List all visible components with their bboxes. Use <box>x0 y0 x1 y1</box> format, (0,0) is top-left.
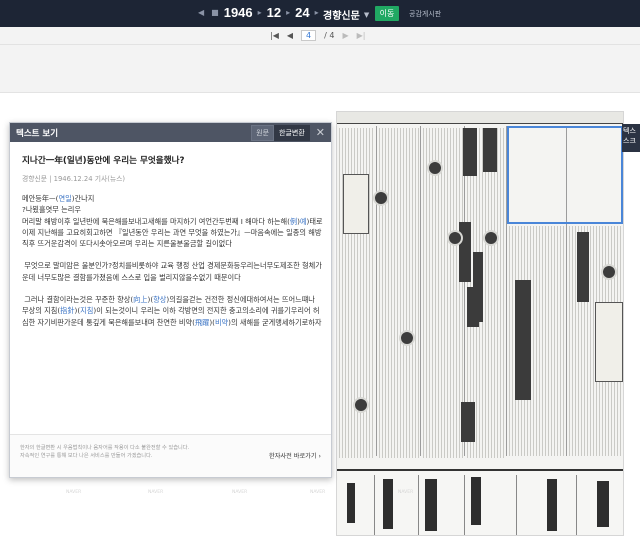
page-total: / 4 <box>324 31 335 40</box>
watermark: NAVER <box>310 490 326 495</box>
prev-year-icon[interactable]: ◀ <box>196 8 206 17</box>
headline-bar <box>467 287 479 327</box>
headline-box <box>343 174 369 234</box>
ad-block <box>517 475 577 535</box>
article-paragraph: 메안등年ㅡ(연일)간나지 ?나뵜흘엿무 는리우 머리말 해방이후 일년반에 묵은… <box>22 193 323 249</box>
portrait-photo <box>447 230 463 246</box>
year-arrow-icon[interactable]: ▸ <box>256 8 264 17</box>
portrait-photo <box>373 190 389 206</box>
ad-block <box>337 475 375 535</box>
portrait-photo <box>399 330 415 346</box>
hanja-dictionary-link[interactable]: 한자사전 바로가기 › <box>269 451 321 460</box>
headline-bar <box>577 232 589 302</box>
portrait-photo <box>353 397 369 413</box>
text-block <box>379 128 419 458</box>
top-nav-bar: ◀ ■ 1946 ▸ 12 ▸ 24 ▸ 경향신문 ▼ 이동 공감게시판 <box>0 0 640 27</box>
headline-bar <box>459 222 471 282</box>
side-text-tab[interactable]: 텍스 스크 <box>622 124 640 152</box>
last-page-icon[interactable]: ▶| <box>357 31 366 40</box>
toolbar-strip <box>0 45 640 93</box>
month-value[interactable]: 12 <box>267 5 281 20</box>
ad-block <box>577 475 623 535</box>
first-page-icon[interactable]: |◀ <box>270 31 279 40</box>
year-prefix-icon: ■ <box>211 8 219 17</box>
hanja-reading: 向上 <box>133 295 148 305</box>
chevron-down-icon: ▼ <box>363 10 370 19</box>
prev-page-icon[interactable]: ◀ <box>287 31 293 40</box>
text-block <box>423 128 463 458</box>
public-board-link[interactable]: 공감게시판 <box>409 9 441 19</box>
hanja-reading: 指針 <box>60 306 75 316</box>
article-meta: 경향신문 | 1946.12.24 기사(뉴스) <box>22 175 126 183</box>
year-value[interactable]: 1946 <box>224 5 253 20</box>
portrait-photo <box>427 160 443 176</box>
month-arrow-icon[interactable]: ▸ <box>284 8 292 17</box>
watermark: NAVER <box>66 490 82 495</box>
masthead <box>337 112 623 124</box>
selected-article-highlight[interactable] <box>507 126 623 224</box>
hanja-reading: 飛躍 <box>194 317 210 327</box>
article-title: 지나간一年(일년)동안에 우리는 무엇을했나? <box>22 156 185 166</box>
hanja-reading: 비약 <box>214 317 229 327</box>
hanja-reading: 연일 <box>58 194 72 203</box>
panel-header: 텍스트 보기 원문 한글변환 ✕ <box>10 123 331 142</box>
pager: |◀ ◀ 4 / 4 ▶ ▶| <box>270 30 365 41</box>
conversion-notice: 한자의 한글변환 시 우음법칙이나 음자어를 작용이 다소 불완전할 수 있습니… <box>20 445 190 459</box>
view-mode-toggle: 원문 한글변환 <box>251 124 310 141</box>
day-arrow-icon[interactable]: ▸ <box>313 8 321 17</box>
headline-bar <box>463 128 477 176</box>
headline-box <box>595 302 623 382</box>
ad-block <box>375 475 419 535</box>
watermark: NAVER <box>148 490 164 495</box>
hanja-reading: 例 <box>289 216 298 226</box>
headline-bar <box>483 128 497 172</box>
portrait-photo <box>601 264 617 280</box>
hanja-reading: 예 <box>299 216 307 226</box>
ad-block <box>419 475 465 535</box>
pager-bar: |◀ ◀ 4 / 4 ▶ ▶| <box>0 27 640 45</box>
article-text: 그러나 결함이라는것은 꾸준한 향상( <box>22 295 134 305</box>
article-body: 지나간一年(일년)동안에 우리는 무엇을했나? 경향신문 | 1946.12.2… <box>10 142 331 436</box>
article-paragraph: 무엇으로 말미암은 울분인가?정치를비롯하야 교육 행정 산업 경제문화등우리는… <box>22 260 323 283</box>
watermark: NAVER <box>232 490 248 495</box>
headline-bar <box>461 402 475 442</box>
next-page-icon[interactable]: ▶ <box>342 31 348 40</box>
article-paragraph: 그러나 결함이라는것은 꾸준한 향상(向上)(향상)의길을걷는 건전한 정신에대… <box>22 294 323 328</box>
page-input[interactable]: 4 <box>301 30 317 41</box>
panel-title: 텍스트 보기 <box>16 128 59 139</box>
newspaper-page-image[interactable] <box>336 111 624 536</box>
date-selector: ◀ ■ 1946 ▸ 12 ▸ 24 ▸ <box>196 5 321 20</box>
ad-block <box>465 475 517 535</box>
headline-bar <box>515 280 531 400</box>
close-icon[interactable]: ✕ <box>316 127 325 138</box>
hangul-mode-button[interactable]: 한글변환 <box>274 124 310 141</box>
text-view-panel: 텍스트 보기 원문 한글변환 ✕ 지나간一年(일년)동안에 우리는 무엇을했나?… <box>9 122 332 478</box>
hanja-reading: 지침 <box>80 306 94 316</box>
go-button[interactable]: 이동 <box>375 6 399 21</box>
day-value[interactable]: 24 <box>295 5 309 20</box>
article-text: )의 새해를 굳게맹세하기로하자 <box>228 317 322 327</box>
newspaper-select[interactable]: 경향신문 ▼ <box>323 7 370 23</box>
original-mode-button[interactable]: 원문 <box>251 124 275 141</box>
article-text: 메안등年ㅡ( <box>22 194 59 203</box>
article-text: 무엇으로 말미암은 울분인가?정치를비롯하야 교육 행정 산업 경제문화등우리는… <box>22 261 322 282</box>
hanja-reading: 향상 <box>153 295 167 305</box>
newspaper-name: 경향신문 <box>323 11 360 22</box>
advertisement-row <box>337 469 623 535</box>
panel-footer: 한자의 한글변환 시 우음법칙이나 음자어를 작용이 다소 불완전할 수 있습니… <box>10 434 331 477</box>
watermark: NAVER <box>398 490 414 495</box>
portrait-photo <box>483 230 499 246</box>
